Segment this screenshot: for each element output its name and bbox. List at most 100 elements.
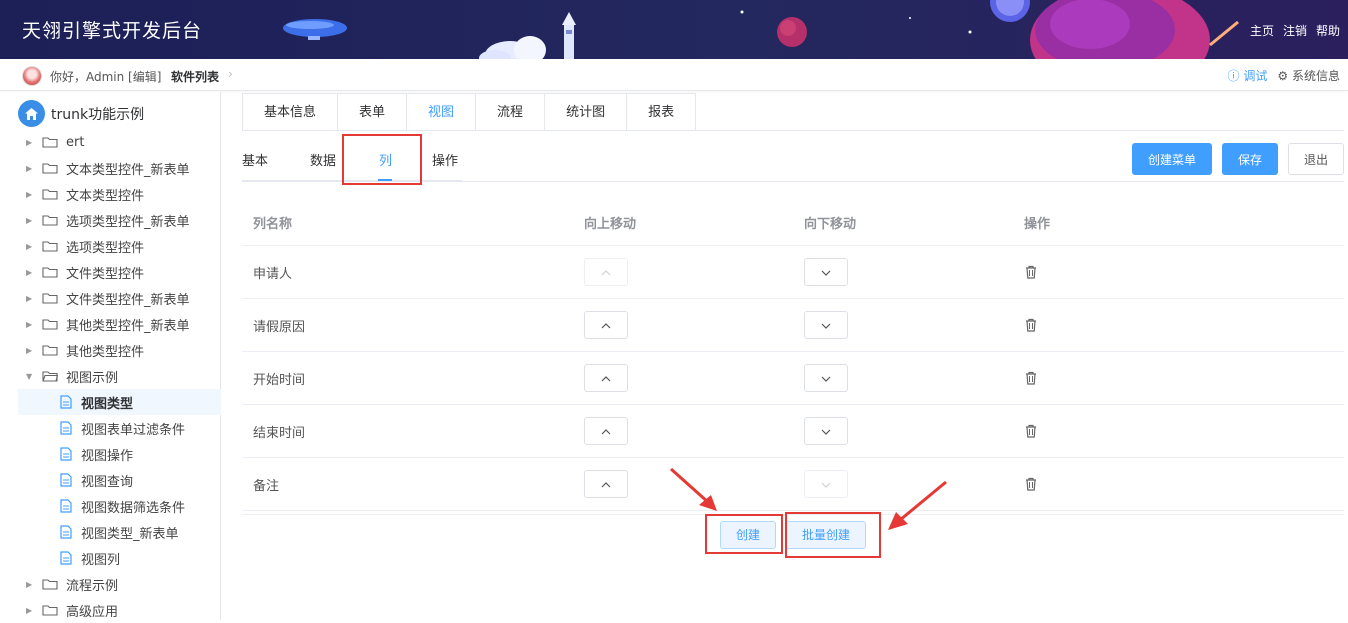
chevron-right-icon: › [228,67,233,81]
tab-chart[interactable]: 统计图 [545,94,628,131]
sidebar-item[interactable]: ▶ 文本类型控件 [18,181,221,207]
tab-view[interactable]: 视图 [407,94,477,131]
chevron-down-icon [821,265,831,280]
tab-report[interactable]: 报表 [627,94,695,131]
caret-right-icon[interactable]: ▶ [26,320,36,329]
chevron-down-icon [821,424,831,439]
move-up-button[interactable] [584,311,628,339]
trash-icon[interactable] [1024,371,1038,385]
document-icon [60,421,72,435]
sidebar-item[interactable]: 视图数据筛选条件 [18,493,221,519]
move-down-button[interactable] [804,417,848,445]
move-down-button[interactable] [804,311,848,339]
caret-right-icon[interactable]: ▶ [26,268,36,277]
save-button[interactable]: 保存 [1222,143,1278,175]
system-info-link[interactable]: ⚙ 系统信息 [1277,67,1340,84]
user-greeting[interactable]: 你好，Admin [编辑] [50,68,161,85]
exit-button[interactable]: 退出 [1288,143,1344,175]
folder-icon [42,267,58,278]
trash-icon[interactable] [1024,265,1038,279]
batch-create-button[interactable]: 批量创建 [786,521,866,549]
move-up-button[interactable] [584,258,628,286]
move-down-button[interactable] [804,364,848,392]
sidebar-item[interactable]: ▶ 文本类型控件_新表单 [18,155,221,181]
sidebar-item[interactable]: ▶ 高级应用 [18,597,221,623]
chevron-down-icon [821,371,831,386]
move-up-button[interactable] [584,417,628,445]
sidebar-item[interactable]: 视图列 [18,545,221,571]
sidebar-item[interactable]: 视图表单过滤条件 [18,415,221,441]
caret-right-icon[interactable]: ▶ [26,216,36,225]
sidebar-item-label: 选项类型控件 [66,240,145,256]
tab-basic-info[interactable]: 基本信息 [243,94,339,131]
column-name: 请假原因 [253,320,306,335]
logout-link[interactable]: 注销 [1283,22,1307,39]
move-up-button[interactable] [584,364,628,392]
sidebar-item[interactable]: 视图类型 [18,389,221,415]
tab-form[interactable]: 表单 [338,94,408,131]
app-title: 天翎引擎式开发后台 [22,20,203,42]
create-button[interactable]: 创建 [720,521,776,549]
chevron-up-icon [601,265,611,280]
trash-icon[interactable] [1024,424,1038,438]
airship-icon [283,19,347,40]
subtab-operation[interactable]: 操作 [432,150,458,169]
sidebar-item-label: 高级应用 [66,604,119,620]
caret-right-icon[interactable]: ▶ [26,346,36,355]
subtab-data[interactable]: 数据 [310,150,336,169]
caret-right-icon[interactable]: ▶ [26,164,36,173]
folder-icon [42,215,58,226]
caret-right-icon[interactable]: ▶ [26,580,36,589]
sidebar-item[interactable]: 视图操作 [18,441,221,467]
help-link[interactable]: 帮助 [1316,22,1340,39]
sidebar-item[interactable]: ▶ 选项类型控件_新表单 [18,207,221,233]
sidebar-item[interactable]: ▶ 选项类型控件 [18,233,221,259]
caret-right-icon[interactable]: ▶ [26,138,36,147]
breadcrumb-current[interactable]: 软件列表 [171,68,219,85]
move-up-button[interactable] [584,470,628,498]
trash-icon[interactable] [1024,477,1038,491]
sidebar-item-label: 视图表单过滤条件 [81,422,186,438]
tab-flow[interactable]: 流程 [476,94,546,131]
header-illustration [283,0,1239,59]
folder-icon [42,579,58,590]
sidebar-item-label: 文本类型控件 [66,188,145,204]
column-name: 申请人 [253,267,293,282]
subtab-column[interactable]: 列 [379,150,392,169]
home-link[interactable]: 主页 [1250,22,1274,39]
caret-down-icon[interactable]: ▼ [26,372,36,381]
move-down-button[interactable] [804,258,848,286]
sidebar-item[interactable]: ▶ 其他类型控件_新表单 [18,311,221,337]
sidebar-item[interactable]: 视图查询 [18,467,221,493]
caret-right-icon[interactable]: ▶ [26,606,36,615]
sidebar-item-label: 视图列 [81,552,121,568]
sidebar-item[interactable]: ▶ ert [18,129,221,155]
avatar[interactable] [22,66,42,86]
chevron-up-icon [601,424,611,439]
folder-open-icon [42,371,58,382]
tree-root[interactable]: trunk功能示例 [18,100,144,127]
sidebar-item[interactable]: ▼ 视图示例 [18,363,221,389]
trash-icon[interactable] [1024,318,1038,332]
sidebar-item-label: 文件类型控件 [66,266,145,282]
create-menu-button[interactable]: 创建菜单 [1132,143,1212,175]
caret-right-icon[interactable]: ▶ [26,294,36,303]
subtab-basic[interactable]: 基本 [242,150,268,169]
sidebar-item[interactable]: ▶ 文件类型控件_新表单 [18,285,221,311]
sidebar-item[interactable]: ▶ 流程示例 [18,571,221,597]
sidebar-item-label: 视图示例 [66,370,119,386]
annotation-arrow [669,467,717,511]
document-icon [60,395,72,409]
divider [242,181,1344,182]
folder-icon [42,319,58,330]
sidebar-item[interactable]: 视图类型_新表单 [18,519,221,545]
caret-right-icon[interactable]: ▶ [26,242,36,251]
sidebar-item[interactable]: ▶ 文件类型控件 [18,259,221,285]
caret-right-icon[interactable]: ▶ [26,190,36,199]
debug-link[interactable]: ⓘ 调试 [1228,67,1268,84]
folder-icon [42,605,58,616]
sidebar-item[interactable]: ▶ 其他类型控件 [18,337,221,363]
chevron-up-icon [601,477,611,492]
sidebar-item-label: 视图查询 [81,474,134,490]
move-down-button[interactable] [804,470,848,498]
